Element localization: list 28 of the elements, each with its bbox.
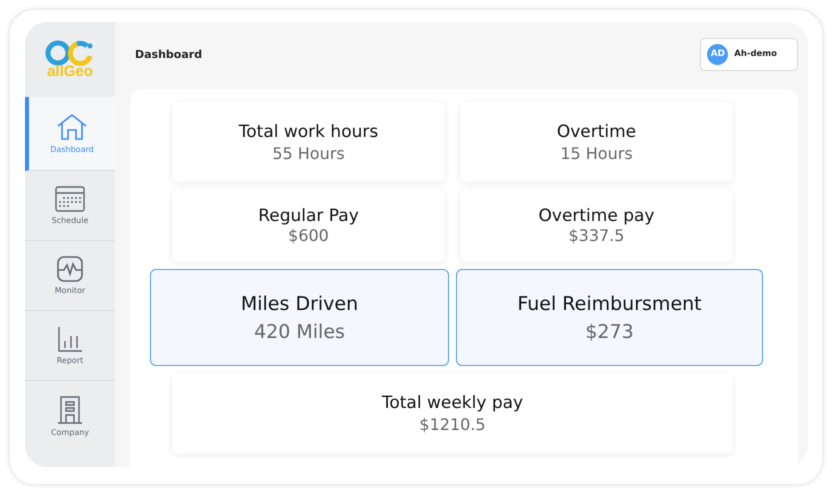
card-title: Regular Pay bbox=[258, 206, 359, 226]
card-value: $600 bbox=[288, 226, 329, 245]
nav-item[interactable]: Schedule bbox=[25, 171, 115, 241]
page-title: Dashboard bbox=[135, 48, 202, 60]
heartbeat-icon bbox=[57, 256, 83, 282]
card-title: Miles Driven bbox=[240, 292, 358, 314]
card-title: Overtime bbox=[556, 122, 636, 142]
card-title: Fuel Reimbursment bbox=[517, 292, 702, 314]
card-value: 420 Miles bbox=[254, 320, 345, 342]
nav-item[interactable]: Company bbox=[25, 381, 115, 451]
bar-chart-icon bbox=[57, 326, 83, 352]
calendar-icon bbox=[55, 186, 85, 212]
user-menu[interactable]: AD Ah-demo bbox=[700, 38, 798, 70]
card-value: 15 Hours bbox=[560, 144, 633, 162]
user-avatar: AD bbox=[707, 44, 728, 64]
app-logo: allGeo bbox=[25, 22, 115, 97]
card-title: Overtime pay bbox=[538, 206, 654, 226]
nav-item[interactable]: Monitor bbox=[25, 241, 115, 311]
house-icon bbox=[56, 113, 88, 141]
building-icon bbox=[57, 396, 83, 424]
card-value: $337.5 bbox=[568, 226, 624, 245]
card-title: Total weekly pay bbox=[382, 393, 524, 413]
card-value: 55 Hours bbox=[272, 144, 345, 162]
nav-item[interactable]: Report bbox=[25, 311, 115, 381]
card-value: $1210.5 bbox=[419, 415, 486, 434]
card-title: Total work hours bbox=[238, 122, 378, 142]
card-value: $273 bbox=[585, 320, 634, 342]
nav-item[interactable]: Dashboard bbox=[25, 97, 115, 171]
